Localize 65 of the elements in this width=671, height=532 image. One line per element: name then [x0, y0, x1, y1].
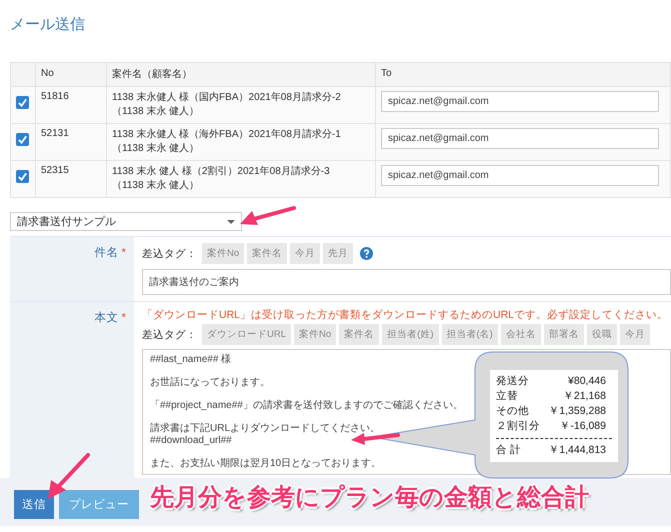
table-cell: 52315 [36, 160, 106, 198]
body-text-line: ##last_name## 様 [150, 354, 232, 366]
receipt-amount: ￥-16,089 [559, 419, 606, 434]
email-field[interactable]: spicaz.net@gmail.com [381, 91, 659, 112]
tag-button[interactable]: 案件名 [339, 324, 380, 345]
tag-button[interactable]: 担当者(名) [442, 324, 498, 345]
notice-text: 「ダウンロードURL」は受け取った方が書類をダウンロードするためのURLです。必ず設定してください。 [142, 308, 670, 322]
table-cell: 51816 [36, 86, 106, 124]
tag-button[interactable]: 案件No [294, 324, 336, 345]
required-mark: * [122, 312, 126, 324]
project-name: 1138 末永 健人 様（2割引）2021年08月請求分-3 [112, 165, 331, 179]
body-text-line: 請求書は下記URLよりダウンロードしてください。 [150, 423, 380, 435]
tag-button[interactable]: 案件No [202, 243, 244, 264]
send-button[interactable]: 送信 [14, 490, 54, 519]
table-cell: 52131 [36, 124, 106, 160]
page-title: メール送信 [9, 15, 86, 34]
pointer-arrow [48, 453, 90, 499]
column-header: No [36, 62, 106, 86]
field-label: 本文 [94, 312, 119, 324]
customer-name: （1138 末永 健人） [112, 179, 200, 193]
body-text-line: ##download_url## [150, 435, 232, 447]
tag-button[interactable]: 今月 [620, 324, 650, 345]
checkbox[interactable] [16, 96, 29, 109]
tag-button[interactable]: 役職 [586, 324, 617, 345]
customer-name: （1138 末永 健人） [112, 105, 200, 119]
tag-button[interactable]: 今月 [290, 243, 320, 264]
required-mark: * [122, 247, 126, 259]
tag-button[interactable]: 案件名 [247, 243, 288, 264]
tag-label: 差込タグ： [142, 246, 197, 260]
email-field[interactable]: spicaz.net@gmail.com [381, 128, 659, 149]
column-header: To [376, 62, 670, 86]
receipt-amount: ￥1,359,288 [548, 404, 606, 419]
tag-button[interactable]: 先月 [323, 243, 354, 264]
body-text-line: 「##project_name##」の請求書を送付致しますのでご確認ください。 [150, 400, 463, 412]
tag-button[interactable]: 会社名 [500, 324, 541, 345]
customer-name: （1138 末永 健人） [112, 142, 200, 156]
caret-icon [227, 220, 235, 224]
project-name: 1138 末永健人 様（海外FBA）2021年08月請求分-1 [112, 128, 342, 142]
tag-button[interactable]: ダウンロードURL [202, 324, 292, 345]
project-name: 1138 末永健人 様（国内FBA）2021年08月請求分-2 [112, 91, 342, 105]
field-label: 件名 [94, 247, 119, 259]
receipt-label: 合 計 [496, 443, 521, 458]
column-header: 案件名（顧客名） [106, 62, 376, 86]
body-text-line: お世話になっております。 [150, 377, 270, 389]
pointer-arrow [240, 206, 296, 225]
checkbox[interactable] [16, 133, 29, 146]
receipt-label: 立替 [496, 389, 518, 404]
receipt-amount: ￥21,168 [562, 389, 606, 404]
template-dropdown[interactable]: 請求書送付サンプル [10, 212, 242, 231]
tag-button[interactable]: 部署名 [544, 324, 584, 345]
receipt-label: その他 [496, 404, 529, 419]
receipt-label: 発送分 [496, 374, 529, 389]
help-icon[interactable] [360, 247, 374, 260]
receipt-amount: ¥80,446 [568, 374, 606, 389]
subject-field[interactable]: 請求書送付のご案内 [142, 269, 671, 295]
receipt-label: ２割引分 [496, 419, 540, 434]
tag-button[interactable]: 担当者(姓) [382, 324, 438, 345]
receipt-amount: ￥1,444,813 [548, 443, 606, 458]
tag-label: 差込タグ： [142, 328, 197, 342]
pointer-arrow [351, 433, 400, 445]
body-text-line: また、お支払い期限は翌月10日となっております。 [150, 458, 382, 470]
annotation-caption: 先月分を参考にプラン毎の金額と総合計 [150, 483, 589, 513]
email-field[interactable]: spicaz.net@gmail.com [381, 165, 659, 186]
preview-button[interactable]: プレビュー [59, 490, 139, 519]
checkbox[interactable] [16, 170, 29, 183]
